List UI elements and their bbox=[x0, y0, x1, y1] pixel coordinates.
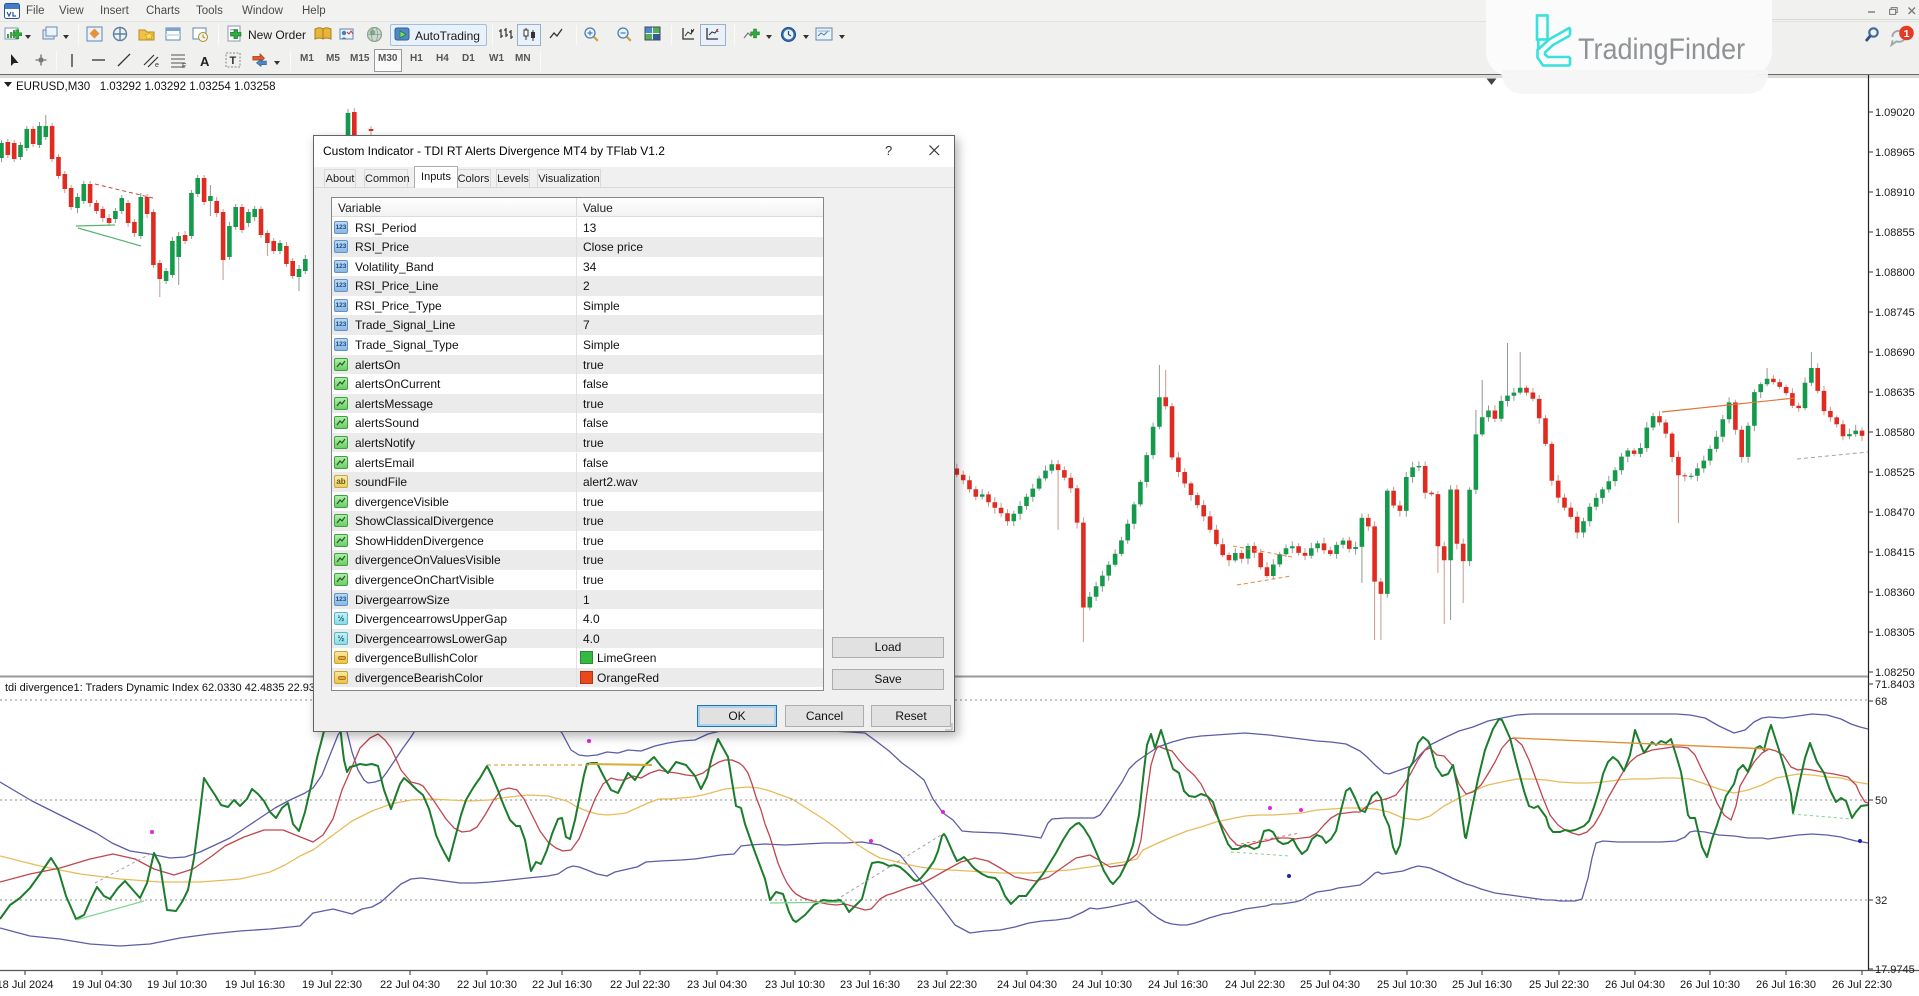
svg-text:18 Jul 2024: 18 Jul 2024 bbox=[0, 979, 53, 991]
svg-text:1.08910: 1.08910 bbox=[1875, 187, 1915, 199]
svg-text:EURUSD,M30 1.03292 1.03292 1: EURUSD,M30 1.03292 1.03292 1.03254 1.032… bbox=[16, 81, 276, 93]
svg-text:1.08415: 1.08415 bbox=[1875, 547, 1915, 559]
svg-text:22 Jul 04:30: 22 Jul 04:30 bbox=[380, 979, 440, 991]
svg-text:24 Jul 10:30: 24 Jul 10:30 bbox=[1072, 979, 1132, 991]
svg-text:24 Jul 04:30: 24 Jul 04:30 bbox=[997, 979, 1057, 991]
svg-text:71.8403: 71.8403 bbox=[1875, 679, 1915, 691]
svg-text:1.08635: 1.08635 bbox=[1875, 387, 1915, 399]
svg-text:19 Jul 10:30: 19 Jul 10:30 bbox=[147, 979, 207, 991]
svg-text:23 Jul 16:30: 23 Jul 16:30 bbox=[840, 979, 900, 991]
svg-text:23 Jul 10:30: 23 Jul 10:30 bbox=[765, 979, 825, 991]
svg-text:T: T bbox=[230, 55, 237, 67]
svg-text:e: e bbox=[155, 62, 159, 69]
svg-text:1.08800: 1.08800 bbox=[1875, 267, 1915, 279]
svg-text:26 Jul 10:30: 26 Jul 10:30 bbox=[1680, 979, 1740, 991]
svg-text:22 Jul 10:30: 22 Jul 10:30 bbox=[457, 979, 517, 991]
svg-text:23 Jul 04:30: 23 Jul 04:30 bbox=[687, 979, 747, 991]
svg-text:24 Jul 22:30: 24 Jul 22:30 bbox=[1225, 979, 1285, 991]
svg-text:50: 50 bbox=[1875, 795, 1887, 807]
svg-text:26 Jul 22:30: 26 Jul 22:30 bbox=[1832, 979, 1892, 991]
svg-text:1.08360: 1.08360 bbox=[1875, 587, 1915, 599]
svg-text:F: F bbox=[182, 63, 186, 70]
svg-text:1.08250: 1.08250 bbox=[1875, 667, 1915, 679]
svg-text:1.08855: 1.08855 bbox=[1875, 227, 1915, 239]
svg-text:23 Jul 22:30: 23 Jul 22:30 bbox=[917, 979, 977, 991]
svg-text:1.08580: 1.08580 bbox=[1875, 427, 1915, 439]
svg-text:26 Jul 04:30: 26 Jul 04:30 bbox=[1605, 979, 1665, 991]
svg-text:25 Jul 04:30: 25 Jul 04:30 bbox=[1300, 979, 1360, 991]
svg-text:1: 1 bbox=[1904, 28, 1910, 40]
svg-text:26 Jul 16:30: 26 Jul 16:30 bbox=[1756, 979, 1816, 991]
svg-text:32: 32 bbox=[1875, 895, 1887, 907]
svg-text:24 Jul 16:30: 24 Jul 16:30 bbox=[1148, 979, 1208, 991]
svg-text:22 Jul 22:30: 22 Jul 22:30 bbox=[610, 979, 670, 991]
svg-text:1.08525: 1.08525 bbox=[1875, 467, 1915, 479]
svg-text:25 Jul 10:30: 25 Jul 10:30 bbox=[1377, 979, 1437, 991]
svg-text:1.08305: 1.08305 bbox=[1875, 627, 1915, 639]
svg-text:25 Jul 16:30: 25 Jul 16:30 bbox=[1452, 979, 1512, 991]
svg-text:1.08965: 1.08965 bbox=[1875, 147, 1915, 159]
svg-text:1.08745: 1.08745 bbox=[1875, 307, 1915, 319]
svg-text:1.08470: 1.08470 bbox=[1875, 507, 1915, 519]
svg-text:22 Jul 16:30: 22 Jul 16:30 bbox=[532, 979, 592, 991]
svg-text:1.08690: 1.08690 bbox=[1875, 347, 1915, 359]
svg-text:19 Jul 22:30: 19 Jul 22:30 bbox=[302, 979, 362, 991]
svg-text:19 Jul 04:30: 19 Jul 04:30 bbox=[72, 979, 132, 991]
svg-text:19 Jul 16:30: 19 Jul 16:30 bbox=[225, 979, 285, 991]
svg-text:68: 68 bbox=[1875, 696, 1887, 708]
svg-text:25 Jul 22:30: 25 Jul 22:30 bbox=[1529, 979, 1589, 991]
svg-text:1.09020: 1.09020 bbox=[1875, 107, 1915, 119]
svg-text:17.9745: 17.9745 bbox=[1875, 964, 1915, 976]
